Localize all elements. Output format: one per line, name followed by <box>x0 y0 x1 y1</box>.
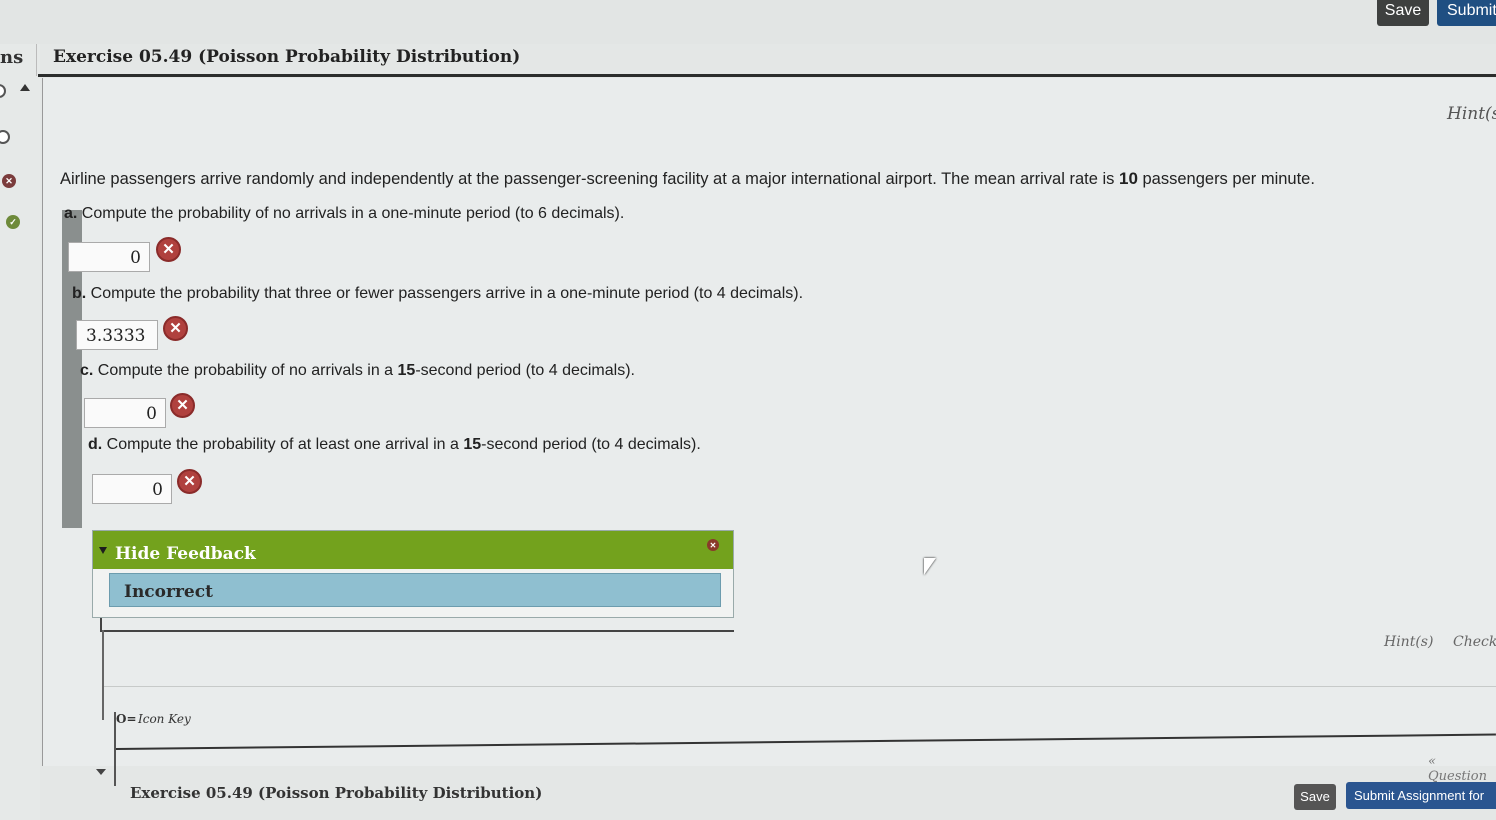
part-d-prompt: d. Compute the probability of at least o… <box>88 436 701 453</box>
close-feedback-icon[interactable]: ✕ <box>707 539 719 551</box>
feedback-shadow <box>100 618 734 632</box>
part-b-answer-input[interactable]: 3.3333 <box>76 320 158 350</box>
mouse-cursor-icon <box>924 558 936 575</box>
arrival-rate-value: 10 <box>1119 169 1138 188</box>
submit-assignment-button[interactable]: Submit Assignment for <box>1346 782 1496 809</box>
submit-button[interactable]: Submit <box>1437 0 1496 26</box>
top-bar: Save Submit <box>0 0 1496 44</box>
scroll-down-arrow[interactable] <box>96 769 106 775</box>
panel-border-left <box>102 630 104 720</box>
feedback-result: Incorrect <box>109 573 721 607</box>
scroll-up-arrow[interactable] <box>20 84 30 91</box>
section-divider <box>104 686 1496 687</box>
part-a-incorrect-icon: ✕ <box>156 237 181 262</box>
question-status-partial-icon[interactable] <box>0 84 6 98</box>
collapse-arrow-icon <box>99 547 107 554</box>
hint-link-bottom[interactable]: Hint(s) <box>1384 634 1433 650</box>
part-b-incorrect-icon: ✕ <box>163 316 188 341</box>
header-divider <box>38 74 1496 77</box>
exercise-header: Exercise 05.49 (Poisson Probability Dist… <box>36 44 1496 76</box>
previous-question-link[interactable]: « Question <box>1428 754 1496 784</box>
key-icon: O= <box>116 712 137 726</box>
hint-link-top[interactable]: Hint(s <box>1447 104 1496 124</box>
question-status-correct-icon[interactable]: ✓ <box>6 215 20 229</box>
question-status-unanswered-icon[interactable] <box>0 130 10 144</box>
save-button[interactable]: Save <box>1377 0 1429 26</box>
part-c-prompt: c. Compute the probability of no arrival… <box>80 362 635 379</box>
check-link[interactable]: Check <box>1453 634 1496 650</box>
hide-feedback-toggle[interactable]: Hide Feedback ✕ <box>93 531 733 569</box>
part-a-answer-input[interactable]: 0 <box>68 242 150 272</box>
part-b-prompt: b. Compute the probability that three or… <box>72 285 804 302</box>
part-c-answer-input[interactable]: 0 <box>84 398 166 428</box>
question-text: Airline passengers arrive randomly and i… <box>60 169 1315 188</box>
part-a-prompt: a. Compute the probability of no arrival… <box>64 205 625 222</box>
page-title: Exercise 05.49 (Poisson Probability Dist… <box>53 47 521 67</box>
footer-exercise-title: Exercise 05.49 (Poisson Probability Dist… <box>130 784 543 802</box>
feedback-panel: Hide Feedback ✕ Incorrect <box>92 530 734 618</box>
part-d-incorrect-icon: ✕ <box>177 469 202 494</box>
part-c-incorrect-icon: ✕ <box>170 393 195 418</box>
icon-key-link[interactable]: O=Icon Key <box>116 712 191 726</box>
sidebar-title: ns <box>0 47 24 68</box>
part-d-answer-input[interactable]: 0 <box>92 474 172 504</box>
save-button-bottom[interactable]: Save <box>1294 784 1336 810</box>
question-status-incorrect-icon[interactable]: ✕ <box>2 174 16 188</box>
question-list-sidebar: ns ✕ ✓ <box>0 44 40 820</box>
